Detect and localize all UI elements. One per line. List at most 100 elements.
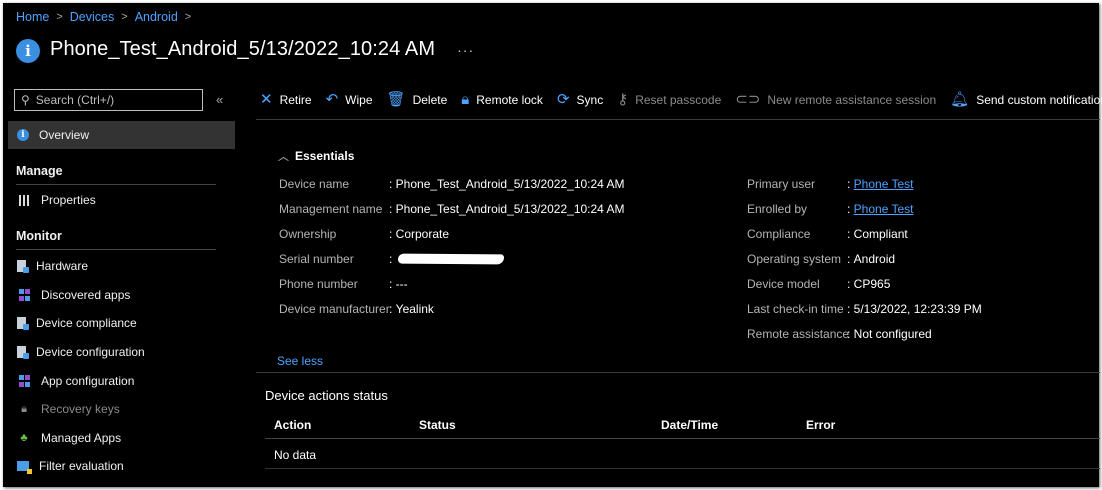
- command-bar: ✕ Retire ↶ Wipe 🗑︎ Delete 🔒︎ Remote lock…: [260, 92, 1102, 107]
- property-key: Compliance: [747, 227, 811, 241]
- delete-label: Delete: [412, 92, 448, 107]
- chevron-right-icon: >: [184, 11, 192, 23]
- sidebar-item-device-compliance[interactable]: Device compliance: [8, 309, 235, 337]
- table-empty-message: No data: [274, 448, 317, 462]
- property-colon: :: [389, 252, 396, 266]
- see-less-link[interactable]: See less: [277, 354, 323, 368]
- essentials-toggle[interactable]: ︿ Essentials: [278, 148, 354, 164]
- sync-button[interactable]: ⟳ Sync: [557, 92, 603, 107]
- property-colon: :: [389, 202, 396, 216]
- property-phone-number: Phone number : ---: [279, 277, 408, 291]
- sidebar-item-recovery-keys[interactable]: 🔒︎ Recovery keys: [8, 395, 235, 423]
- sidebar-item-label: Overview: [39, 128, 90, 142]
- property-remote-assistance: Remote assistance : Not configured: [747, 327, 932, 341]
- column-header-action[interactable]: Action: [274, 418, 311, 432]
- send-notification-button[interactable]: 🔔︎ Send custom notification: [950, 92, 1102, 107]
- property-key: Device model: [747, 277, 820, 291]
- redacted-value: [398, 252, 506, 266]
- sidebar-item-label: Device configuration: [36, 345, 145, 359]
- property-colon: :: [847, 177, 854, 191]
- property-key: Primary user: [747, 177, 816, 191]
- property-key: Ownership: [279, 227, 337, 241]
- collapse-sidebar-button[interactable]: «: [216, 92, 223, 107]
- breadcrumb: Home > Devices > Android >: [16, 10, 198, 24]
- sidebar-item-hardware[interactable]: Hardware: [8, 252, 235, 280]
- info-icon: i: [17, 129, 29, 141]
- property-colon: :: [847, 252, 854, 266]
- property-operating-system: Operating system : Android: [747, 252, 895, 266]
- enrolled-by-link[interactable]: Phone Test: [854, 202, 914, 216]
- sidebar-item-label: Recovery keys: [41, 402, 120, 416]
- column-header-datetime[interactable]: Date/Time: [661, 418, 718, 432]
- property-key: Last check-in time: [747, 302, 844, 316]
- sidebar-item-label: Filter evaluation: [39, 459, 124, 473]
- breadcrumb-devices[interactable]: Devices: [70, 10, 114, 24]
- property-value: 5/13/2022, 12:23:39 PM: [853, 302, 982, 316]
- sidebar-item-app-configuration[interactable]: App configuration: [8, 367, 235, 395]
- column-header-status[interactable]: Status: [419, 418, 456, 432]
- sidebar-item-label: Properties: [41, 193, 96, 207]
- wipe-button[interactable]: ↶ Wipe: [326, 92, 373, 107]
- property-colon: :: [847, 227, 854, 241]
- property-enrolled-by: Enrolled by : Phone Test: [747, 202, 914, 216]
- chevron-right-icon: >: [121, 11, 128, 23]
- page-title: Phone_Test_Android_5/13/2022_10:24 AM: [50, 37, 436, 60]
- property-device-model: Device model : CP965: [747, 277, 890, 291]
- property-value: Phone_Test_Android_5/13/2022_10:24 AM: [395, 202, 625, 216]
- column-header-error[interactable]: Error: [806, 418, 835, 432]
- lock-icon: 🔒︎: [461, 91, 470, 108]
- chevron-right-icon: >: [56, 11, 63, 23]
- property-management-name: Management name : Phone_Test_Android_5/1…: [279, 202, 625, 216]
- property-compliance: Compliance : Compliant: [747, 227, 908, 241]
- primary-user-link[interactable]: Phone Test: [854, 177, 914, 191]
- property-value: ---: [395, 277, 408, 291]
- sidebar-item-properties[interactable]: Properties: [8, 186, 235, 214]
- sync-label: Sync: [576, 92, 604, 107]
- sidebar-item-managed-apps[interactable]: ♣ Managed Apps: [8, 424, 235, 452]
- managed-apps-icon: ♣: [20, 432, 28, 444]
- compliance-icon: [17, 317, 29, 330]
- essentials-header: Essentials: [295, 149, 355, 163]
- breadcrumb-home[interactable]: Home: [16, 10, 49, 24]
- chevron-up-icon: ︿: [278, 151, 289, 163]
- divider: [265, 468, 1100, 469]
- remote-lock-button[interactable]: 🔒︎ Remote lock: [461, 92, 543, 107]
- sidebar-item-discovered-apps[interactable]: Discovered apps: [8, 281, 235, 309]
- breadcrumb-android[interactable]: Android: [135, 10, 178, 24]
- property-device-name: Device name : Phone_Test_Android_5/13/20…: [279, 177, 625, 191]
- more-options-button[interactable]: ···: [457, 42, 474, 58]
- property-key: Phone number: [279, 277, 358, 291]
- property-value: Yealink: [395, 302, 434, 316]
- property-value: CP965: [853, 277, 891, 291]
- property-key: Management name: [279, 202, 383, 216]
- key-icon: 🔒︎: [21, 402, 27, 415]
- search-input[interactable]: ⚲ Search (Ctrl+/): [14, 89, 203, 111]
- retire-button[interactable]: ✕ Retire: [260, 92, 312, 107]
- property-colon: :: [847, 302, 854, 316]
- search-placeholder: Search (Ctrl+/): [35, 93, 115, 107]
- sidebar-item-overview[interactable]: i Overview: [8, 121, 235, 149]
- apps-grid-icon: [17, 374, 31, 388]
- delete-button[interactable]: 🗑︎ Delete: [387, 92, 448, 107]
- new-remote-assistance-button[interactable]: ⊂⊃ New remote assistance session: [735, 92, 936, 107]
- search-icon: ⚲: [21, 93, 30, 107]
- property-colon: :: [847, 277, 854, 291]
- sidebar-item-label: Hardware: [36, 259, 89, 273]
- property-colon: :: [389, 302, 396, 316]
- reset-passcode-button[interactable]: ⚷ Reset passcode: [617, 92, 721, 107]
- property-value: Not configured: [853, 327, 932, 341]
- property-value: Compliant: [853, 227, 908, 241]
- close-icon: ✕: [260, 91, 273, 108]
- wipe-label: Wipe: [345, 92, 373, 107]
- property-colon: :: [847, 327, 854, 341]
- new-remote-assistance-label: New remote assistance session: [767, 92, 937, 107]
- sidebar: ⚲ Search (Ctrl+/) « i Overview Manage Pr…: [4, 88, 236, 488]
- sidebar-item-filter-evaluation[interactable]: Filter evaluation: [8, 452, 235, 480]
- property-key: Device manufacturer: [279, 302, 390, 316]
- sidebar-item-device-configuration[interactable]: Device configuration: [8, 338, 235, 366]
- sidebar-item-label: App configuration: [41, 374, 135, 388]
- divider: [16, 184, 216, 185]
- info-icon: i: [16, 39, 40, 63]
- key-icon: ⚷: [617, 91, 629, 108]
- property-value: Corporate: [395, 227, 450, 241]
